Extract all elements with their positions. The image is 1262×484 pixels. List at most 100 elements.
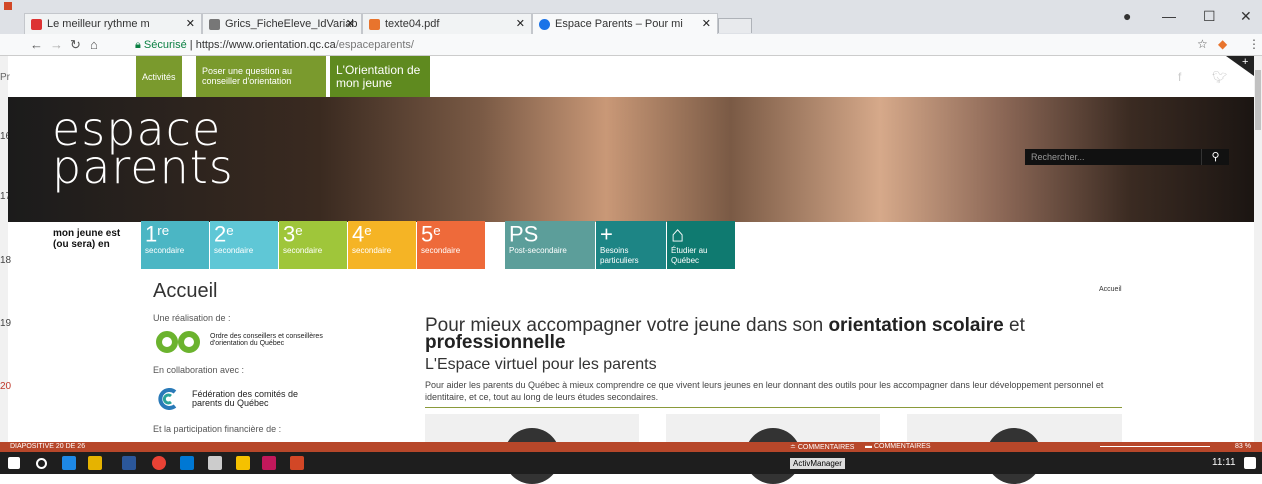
- account-icon[interactable]: ●: [1123, 8, 1131, 24]
- grade-tile[interactable]: PS Post-secondaire: [505, 221, 595, 269]
- grade-tile[interactable]: 5e secondaire: [417, 221, 485, 269]
- nav-poser-question[interactable]: Poser une question au conseiller d'orien…: [196, 56, 326, 98]
- scrollbar-thumb[interactable]: [1255, 70, 1261, 130]
- new-tab-button[interactable]: [718, 18, 752, 33]
- back-icon[interactable]: ←: [30, 37, 43, 52]
- grade-tile[interactable]: ⌂ Étudier au Québec: [667, 221, 735, 269]
- grade-number: 4: [352, 221, 365, 247]
- maximize-button[interactable]: ☐: [1203, 8, 1216, 25]
- grade-label: secondaire: [214, 246, 254, 256]
- site-favicon-icon: [539, 19, 550, 30]
- grade-label: secondaire: [145, 246, 185, 256]
- edge-icon[interactable]: [62, 456, 76, 470]
- url-path: /espaceparents/: [335, 39, 414, 51]
- sub-headline: L'Espace virtuel pour les parents: [425, 356, 657, 373]
- nav-orientation-jeune[interactable]: L'Orientation de mon jeune: [330, 56, 430, 98]
- explorer-icon[interactable]: [236, 456, 250, 470]
- grade-number: 2: [214, 221, 227, 247]
- close-tab-icon[interactable]: ✕: [186, 17, 195, 30]
- activmanager-button[interactable]: ActivManager: [790, 458, 845, 469]
- document-icon: [209, 19, 220, 30]
- grade-tile[interactable]: 1re secondaire: [141, 221, 209, 269]
- app-icon[interactable]: [262, 456, 276, 470]
- secure-label: Sécurisé: [143, 39, 187, 51]
- word-icon[interactable]: [122, 456, 136, 470]
- powerpoint-icon[interactable]: [290, 456, 304, 470]
- plus-icon[interactable]: +: [1242, 56, 1248, 68]
- search-button[interactable]: ⚲: [1201, 149, 1229, 165]
- grade-label: Post-secondaire: [509, 246, 567, 256]
- jeune-label: mon jeune est (ou sera) en: [53, 228, 121, 250]
- chrome-icon[interactable]: [152, 456, 166, 470]
- extension-icon[interactable]: ◆: [1218, 37, 1227, 51]
- grade-suffix: e: [226, 223, 234, 238]
- realisation-label: Une réalisation de :: [153, 313, 231, 323]
- grade-tile[interactable]: 4e secondaire: [348, 221, 416, 269]
- grade-number: ⌂: [671, 221, 685, 247]
- tab-4-active[interactable]: Espace Parents – Pour mi ✕: [532, 13, 718, 34]
- zoom-slider[interactable]: [1100, 446, 1210, 447]
- search-input[interactable]: Rechercher...: [1025, 149, 1201, 165]
- fcpq-logo[interactable]: [155, 388, 181, 415]
- grade-suffix: e: [295, 223, 303, 238]
- facebook-icon[interactable]: f: [1178, 70, 1181, 84]
- intro-paragraph: Pour aider les parents du Québec à mieux…: [425, 380, 1104, 402]
- url-host: https://www.orientation.qc.ca: [195, 39, 336, 51]
- grade-suffix: re: [157, 223, 170, 238]
- forward-icon[interactable]: →: [50, 37, 63, 52]
- grade-label: Étudier au Québec: [671, 246, 708, 266]
- reload-icon[interactable]: ↻: [70, 37, 81, 53]
- music-icon: [31, 19, 42, 30]
- close-tab-icon[interactable]: ✕: [516, 17, 525, 30]
- collab-label: En collaboration avec :: [153, 365, 245, 375]
- comment-icon: ▬: [865, 443, 874, 450]
- zoom-level[interactable]: 83 %: [1235, 443, 1251, 450]
- tab-2[interactable]: Grics_FicheEleve_IdVariab ✕: [202, 13, 362, 34]
- url-input[interactable]: 🔒︎ Sécurisé | https://www.orientation.qc…: [135, 36, 1197, 54]
- close-tab-icon[interactable]: ✕: [702, 17, 711, 30]
- grade-label: Besoins particuliers: [600, 246, 639, 266]
- grade-number: 5: [421, 221, 434, 247]
- hero-title: espace parents: [52, 102, 234, 194]
- bookmark-star-icon[interactable]: ☆: [1197, 37, 1208, 51]
- notes-icon: ≐: [790, 444, 798, 451]
- home-icon[interactable]: ⌂: [90, 37, 98, 52]
- clock[interactable]: 11:11: [1212, 457, 1236, 468]
- tab-3[interactable]: texte04.pdf ✕: [362, 13, 532, 34]
- finance-label: Et la participation financière de :: [153, 424, 282, 434]
- grade-tile[interactable]: 2e secondaire: [210, 221, 278, 269]
- windows-start-icon[interactable]: [8, 457, 20, 469]
- comments-button-1[interactable]: ≐ COMMENTAIRES: [790, 443, 854, 451]
- corner-plus-tab[interactable]: [1226, 56, 1254, 76]
- grade-tile[interactable]: + Besoins particuliers: [596, 221, 666, 269]
- close-window-button[interactable]: ✕: [1240, 8, 1252, 25]
- grade-number: +: [600, 221, 613, 247]
- oco-logo[interactable]: [155, 331, 205, 358]
- close-tab-icon[interactable]: ✕: [346, 17, 355, 30]
- menu-icon[interactable]: ⋮: [1248, 37, 1260, 51]
- grade-suffix: e: [433, 223, 441, 238]
- slide-number-current[interactable]: 20: [0, 381, 11, 392]
- tab-1[interactable]: Le meilleur rythme m ✕: [24, 13, 202, 34]
- grade-label: secondaire: [283, 246, 323, 256]
- comments-button-2[interactable]: ▬ COMMENTAIRES: [865, 443, 931, 450]
- slide-number[interactable]: 19: [0, 318, 11, 329]
- breadcrumb[interactable]: Accueil: [1099, 286, 1122, 293]
- outlook-icon[interactable]: [180, 456, 194, 470]
- ppt-logo-icon: [4, 2, 12, 10]
- slide-number[interactable]: 18: [0, 255, 11, 266]
- folder-icon[interactable]: [88, 456, 102, 470]
- ppt-pr-label: Pr: [0, 72, 10, 83]
- grade-label: secondaire: [421, 246, 461, 256]
- nav-activites[interactable]: Activités: [136, 56, 182, 98]
- pdf-icon: [369, 19, 380, 30]
- grade-label: secondaire: [352, 246, 392, 256]
- minimize-button[interactable]: —: [1162, 8, 1176, 24]
- grade-tile[interactable]: 3e secondaire: [279, 221, 347, 269]
- grade-number: 3: [283, 221, 296, 247]
- calculator-icon[interactable]: [208, 456, 222, 470]
- grade-number: 1: [145, 221, 158, 247]
- notifications-icon[interactable]: [1244, 457, 1256, 469]
- search-icon[interactable]: [36, 458, 47, 469]
- twitter-icon[interactable]: 🐦︎: [1212, 70, 1227, 84]
